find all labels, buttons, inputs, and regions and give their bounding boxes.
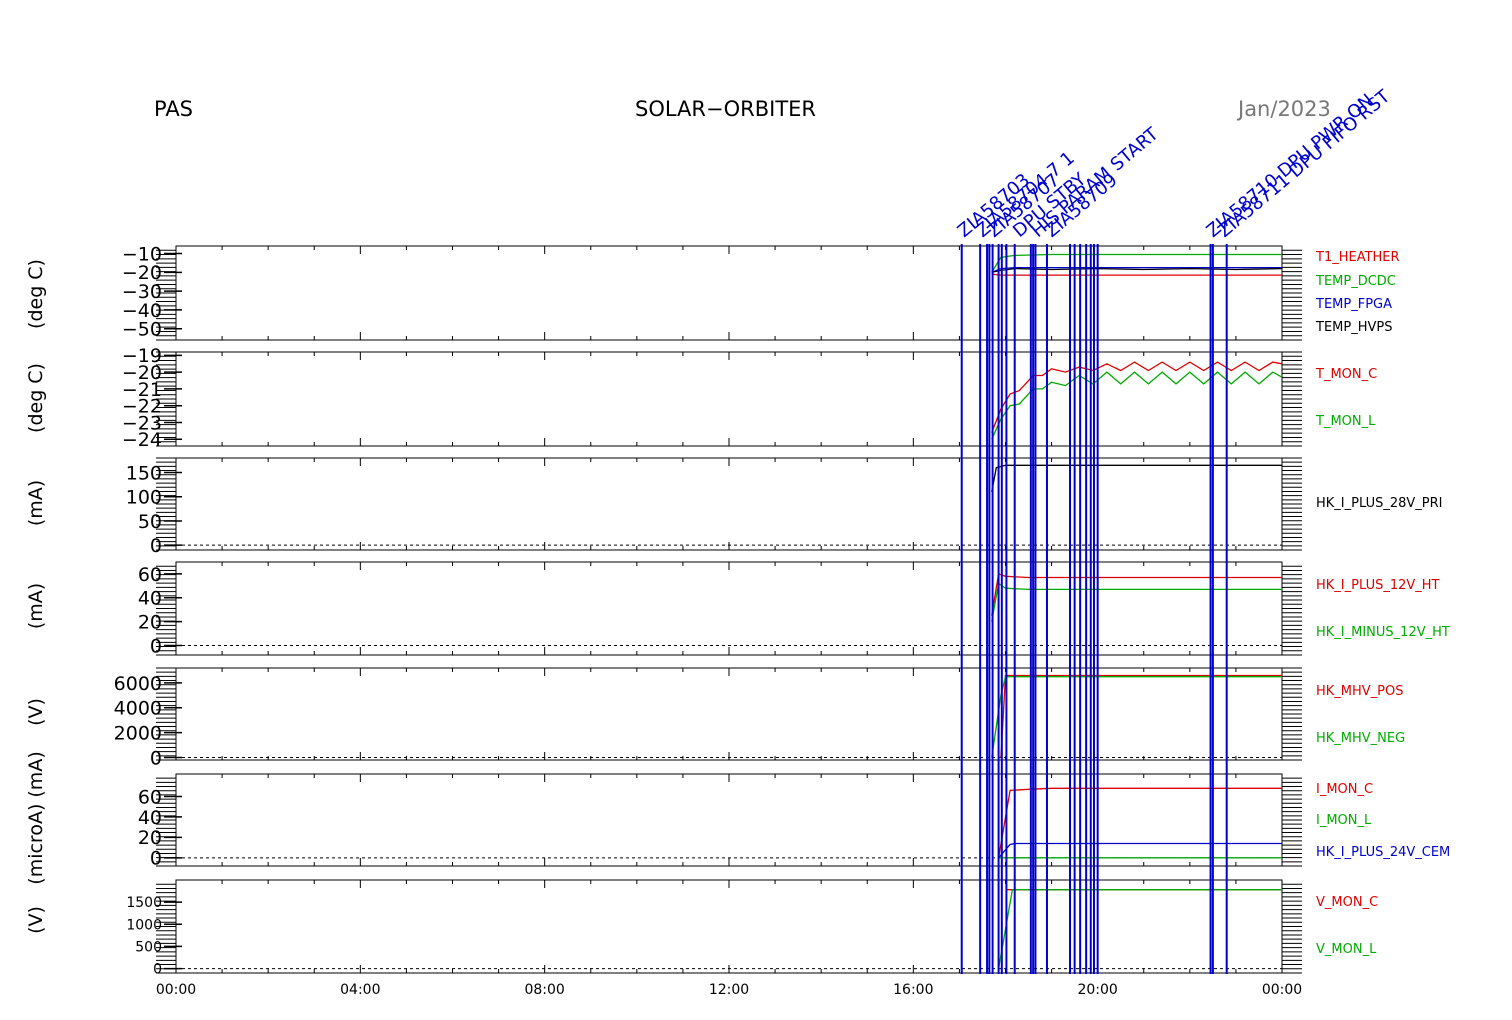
y-tick-label: 100 <box>126 487 162 509</box>
panel-frame <box>175 457 1283 551</box>
series-line-i-mon-c <box>997 787 1282 858</box>
x-tick-label: 20:00 <box>1077 982 1117 998</box>
x-tick-label: 00:00 <box>1262 982 1302 998</box>
legend-hk-i-minus-12v-ht: HK_I_MINUS_12V_HT <box>1316 625 1450 640</box>
y-tick-label: 50 <box>138 511 162 533</box>
x-tick-label: 08:00 <box>524 982 564 998</box>
panel-frame <box>175 879 1283 974</box>
y-axis-label: (mA) <box>25 480 47 526</box>
x-tick-label: 04:00 <box>340 982 380 998</box>
y-tick-label: 0 <box>150 535 162 557</box>
y-tick-label: 0 <box>153 962 162 978</box>
legend-i-mon-l: I_MON_L <box>1316 813 1372 828</box>
y-axis-label: (deg C) <box>25 363 47 433</box>
legend-temp-dcdc: TEMP_DCDC <box>1315 274 1396 289</box>
y-tick-label: 2000 <box>114 722 162 744</box>
legend-i-mon-c: I_MON_C <box>1316 782 1373 797</box>
y-axis-label: (V) <box>25 906 47 934</box>
housekeeping-chart: −10−20−30−40−50(deg C)T1_HEATHERTEMP_DCD… <box>25 85 1450 998</box>
legend-hk-mhv-neg: HK_MHV_NEG <box>1316 731 1405 746</box>
y-axis-label: (mA) <box>25 583 47 629</box>
x-tick-label: 00:00 <box>156 982 196 998</box>
panel-frame <box>175 561 1283 656</box>
legend-hk-mhv-pos: HK_MHV_POS <box>1316 684 1404 699</box>
legend-hk-i-plus-12v-ht: HK_I_PLUS_12V_HT <box>1316 578 1440 593</box>
y-tick-label: 20 <box>138 611 162 633</box>
y-tick-label: 500 <box>135 939 162 955</box>
y-tick-label: 0 <box>150 635 162 657</box>
panel-frame <box>175 351 1283 447</box>
y-axis-label: (deg C) <box>25 259 47 329</box>
y-tick-label: 0 <box>150 848 162 870</box>
y-tick-label: 60 <box>138 564 162 586</box>
panel-frame <box>175 667 1283 761</box>
y-axis-label: (microA) (mA) <box>25 751 47 884</box>
series-line-hk-i-plus-24v-cem <box>998 842 1282 859</box>
legend-t1-heather: T1_HEATHER <box>1315 250 1400 265</box>
y-axis-label: (V) <box>25 698 47 726</box>
legend-temp-fpga: TEMP_FPGA <box>1315 297 1392 312</box>
legend-temp-hvps: TEMP_HVPS <box>1315 320 1392 335</box>
legend-v-mon-l: V_MON_L <box>1316 942 1377 957</box>
legend-t-mon-l: T_MON_L <box>1315 414 1376 429</box>
legend-t-mon-c: T_MON_C <box>1315 367 1377 382</box>
legend-hk-i-plus-24v-cem: HK_I_PLUS_24V_CEM <box>1316 845 1450 860</box>
x-tick-label: 16:00 <box>893 982 933 998</box>
plot-stage: PAS SOLAR−ORBITER Jan/2023 −10 −20 −30 −40−… <box>0 0 1512 1020</box>
y-tick-label: −50 <box>122 319 162 341</box>
y-tick-label: 6000 <box>114 673 162 695</box>
y-tick-label: 60 <box>138 786 162 808</box>
y-tick-label: 1500 <box>126 895 162 911</box>
series-line-hk-mhv-pos <box>1000 674 1282 758</box>
y-tick-label: 150 <box>126 462 162 484</box>
panel-frame <box>175 245 1283 341</box>
y-tick-label: 20 <box>138 827 162 849</box>
y-tick-label: 0 <box>150 747 162 769</box>
y-tick-label: −24 <box>122 429 162 451</box>
event-label: ZIA58711 DPU FIFO RST <box>1214 85 1395 241</box>
y-tick-label: 1000 <box>126 917 162 933</box>
y-tick-label: 40 <box>138 588 162 610</box>
x-tick-label: 12:00 <box>709 982 749 998</box>
y-tick-label: 4000 <box>114 698 162 720</box>
legend-v-mon-c: V_MON_C <box>1316 895 1378 910</box>
series-line-v-mon-l <box>997 889 1282 969</box>
y-tick-label: 40 <box>138 807 162 829</box>
legend-hk-i-plus-28v-pri: HK_I_PLUS_28V_PRI <box>1316 496 1442 511</box>
